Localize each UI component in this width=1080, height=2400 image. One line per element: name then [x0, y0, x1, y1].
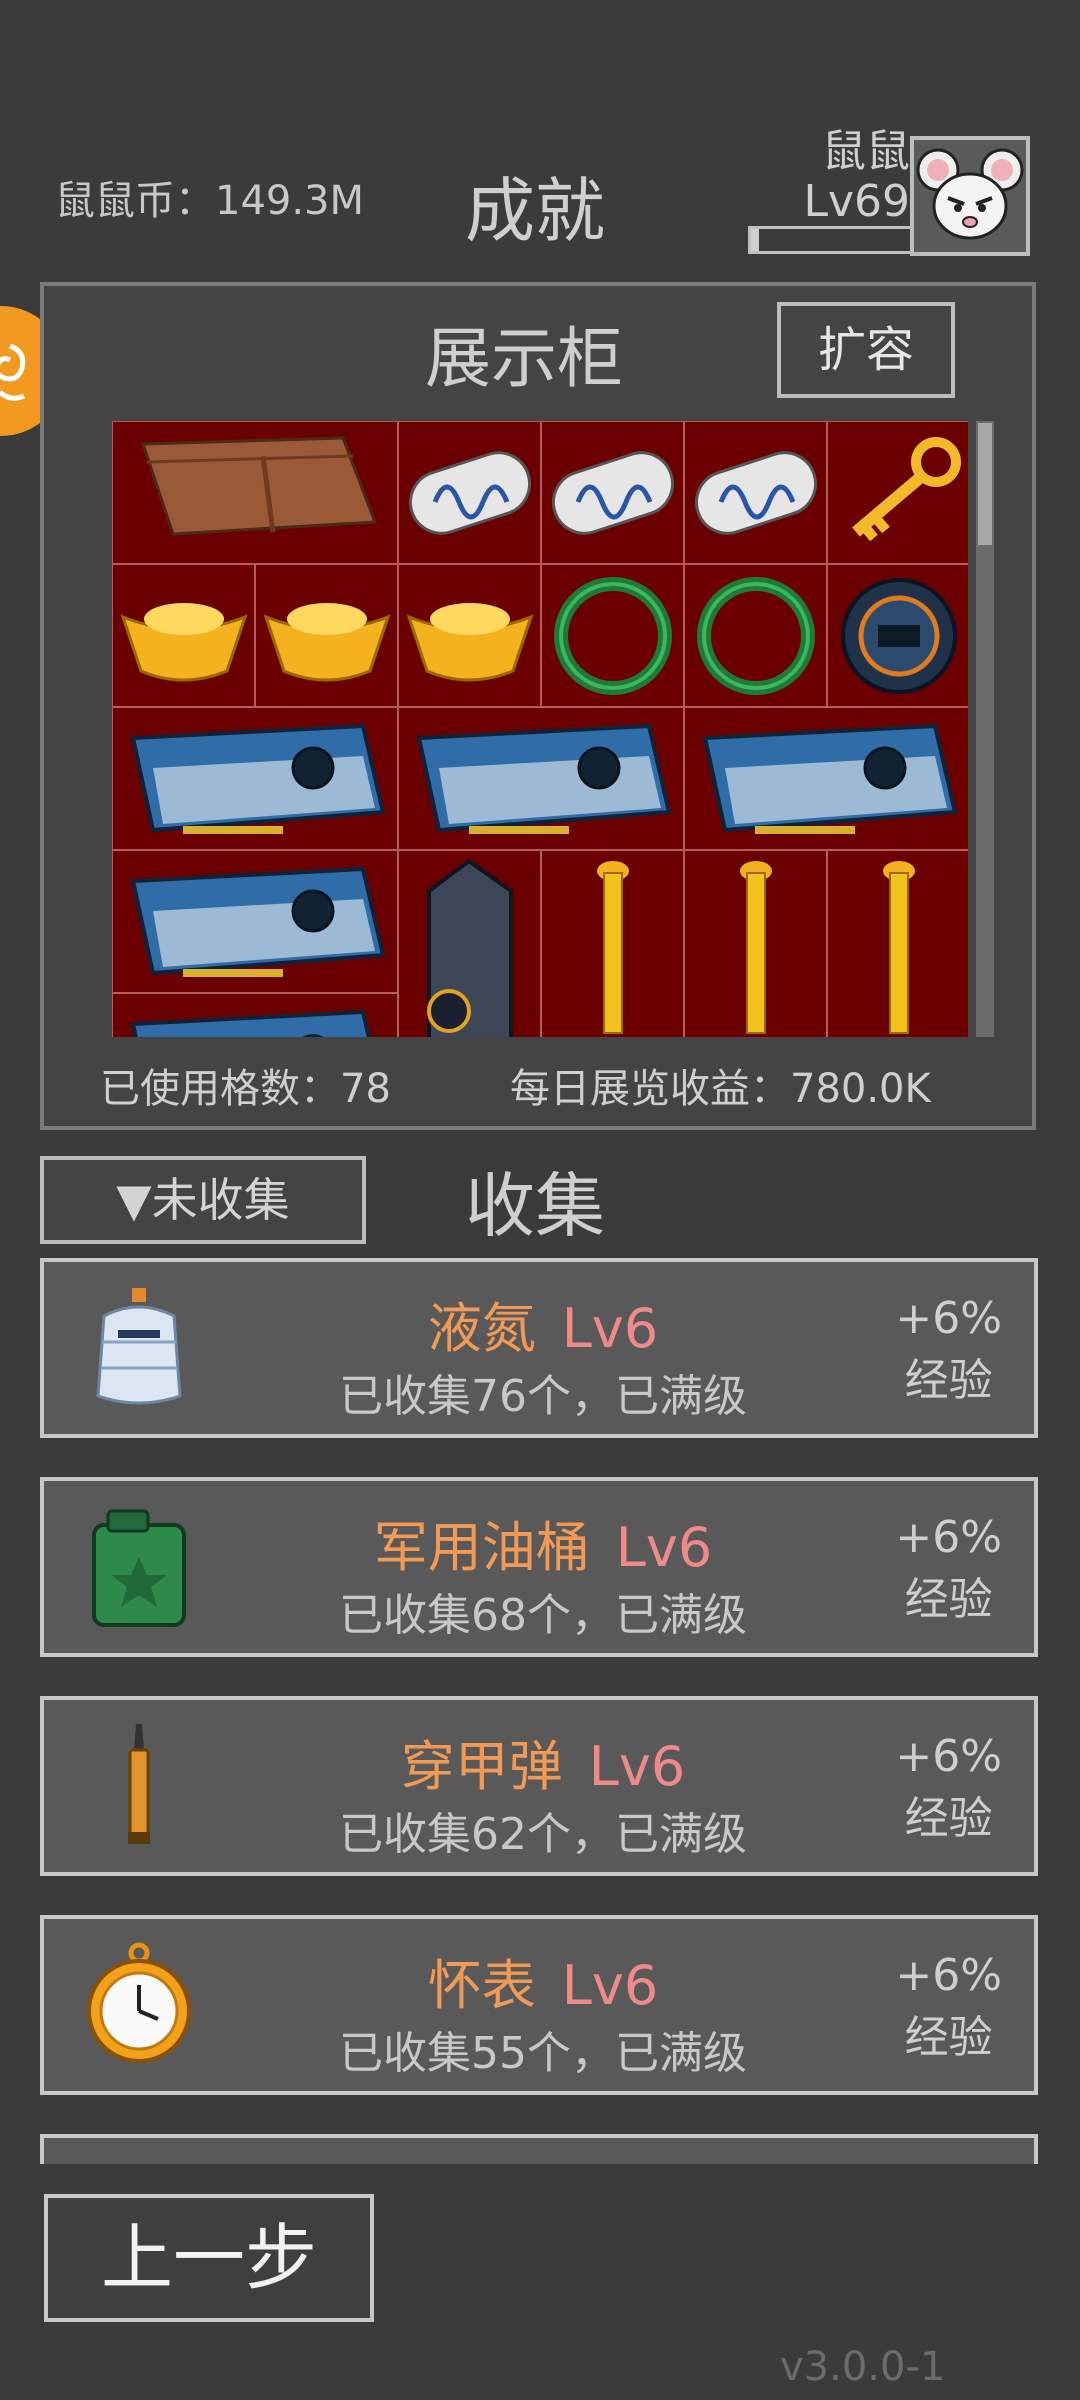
showcase-slot[interactable] — [541, 850, 684, 1037]
showcase-scrollbar-thumb[interactable] — [978, 423, 992, 545]
showcase-slot[interactable] — [827, 850, 968, 1037]
collection-item-name: 军用油桶 — [373, 1516, 590, 1579]
golden-key-icon — [852, 437, 961, 542]
collection-item-level: Lv6 — [561, 1297, 659, 1360]
collection-item-title: 军用油桶 Lv6 — [44, 1503, 1042, 1582]
showcase-grid[interactable] — [112, 421, 968, 1037]
used-cells-count: 已使用格数：78 — [100, 1066, 391, 1112]
jade-bracelet-icon — [554, 577, 672, 695]
showcase-slot[interactable] — [112, 993, 398, 1037]
showcase-slot[interactable] — [827, 564, 968, 707]
collection-card-partial[interactable] — [40, 2134, 1038, 2164]
showcase-slot[interactable] — [112, 850, 398, 993]
expand-button[interactable]: 扩容 — [777, 302, 955, 398]
showcase-slot[interactable] — [684, 707, 968, 850]
gold-ingot-icon — [120, 603, 248, 682]
collection-item-name: 液氮 — [427, 1297, 536, 1360]
graphics-card-icon — [130, 1009, 371, 1037]
collection-card[interactable]: 穿甲弹 Lv6 已收集62个，已满级 +6% 经验 — [40, 1696, 1038, 1876]
golden-candlestick-icon — [597, 861, 629, 1034]
collection-item-bonus: +6% 经验 — [895, 1726, 1002, 1850]
bonus-label: 经验 — [904, 1574, 993, 1625]
showcase-slot[interactable] — [398, 850, 541, 1037]
showcase-slot[interactable] — [398, 564, 541, 707]
collection-card[interactable]: 怀表 Lv6 已收集55个，已满级 +6% 经验 — [40, 1915, 1038, 2095]
golden-candlestick-icon — [883, 861, 915, 1034]
gold-ingot-icon — [263, 603, 391, 682]
collection-item-title: 怀表 Lv6 — [44, 1941, 1042, 2020]
bonus-label: 经验 — [904, 1793, 993, 1844]
version-label: v3.0.0-1 — [780, 2344, 946, 2390]
showcase-slot[interactable] — [684, 850, 827, 1037]
bonus-value: +6% — [895, 1293, 1002, 1344]
showcase-slot[interactable] — [541, 564, 684, 707]
golden-candlestick-icon — [740, 861, 772, 1034]
graphics-card-icon — [702, 723, 958, 834]
collection-item-title: 穿甲弹 Lv6 — [44, 1722, 1042, 1801]
xp-progress-bar — [748, 226, 914, 254]
daily-exhibit-income: 每日展览收益：780.0K — [510, 1066, 931, 1112]
bonus-value: +6% — [895, 1512, 1002, 1563]
collection-item-level: Lv6 — [561, 1954, 659, 2017]
back-button[interactable]: 上一步 — [44, 2194, 374, 2322]
collection-item-status: 已收集76个，已满级 — [339, 1371, 747, 1422]
collection-item-level: Lv6 — [615, 1516, 713, 1579]
page-title: 成就 — [465, 170, 605, 252]
collection-item-bonus: +6% 经验 — [895, 1288, 1002, 1412]
collection-title: 收集 — [465, 1165, 605, 1247]
dna-capsule-icon — [408, 451, 532, 535]
collection-card[interactable]: 液氮 Lv6 已收集76个，已满级 +6% 经验 — [40, 1258, 1038, 1438]
bonus-label: 经验 — [904, 1355, 993, 1406]
bonus-value: +6% — [895, 1950, 1002, 2001]
showcase-slot[interactable] — [827, 421, 968, 564]
xp-progress-fill — [751, 229, 759, 251]
collection-item-name: 穿甲弹 — [400, 1735, 563, 1798]
collection-item-level: Lv6 — [588, 1735, 686, 1798]
showcase-slot[interactable] — [255, 564, 398, 707]
collection-item-bonus: +6% 经验 — [895, 1945, 1002, 2069]
showcase-title: 展示柜 — [425, 320, 623, 397]
graphics-card-icon — [416, 723, 672, 834]
showcase-slot[interactable] — [398, 421, 541, 564]
uncollected-filter-button[interactable]: ▼未收集 — [40, 1156, 366, 1244]
charging-dock-icon — [427, 858, 513, 1037]
profile-level: Lv69 — [803, 176, 910, 227]
profile-name: 鼠鼠 — [822, 126, 910, 177]
showcase-slot[interactable] — [684, 564, 827, 707]
coin-balance: 鼠鼠币：149.3M — [55, 178, 365, 224]
showcase-slot[interactable] — [112, 707, 398, 850]
smart-watch-icon — [841, 578, 957, 694]
collection-card[interactable]: 军用油桶 Lv6 已收集68个，已满级 +6% 经验 — [40, 1477, 1038, 1657]
mouse-avatar-icon — [916, 148, 1024, 240]
dna-capsule-icon — [694, 451, 818, 535]
bonus-label: 经验 — [904, 2012, 993, 2063]
leather-wallet-icon — [140, 436, 378, 536]
graphics-card-icon — [130, 723, 386, 834]
showcase-slot[interactable] — [684, 421, 827, 564]
showcase-slot[interactable] — [112, 564, 255, 707]
dna-capsule-icon — [551, 451, 675, 535]
collection-item-status: 已收集68个，已满级 — [339, 1590, 747, 1641]
graphics-card-icon — [130, 866, 386, 977]
gold-ingot-icon — [406, 603, 534, 682]
jade-bracelet-icon — [697, 577, 815, 695]
avatar[interactable] — [910, 136, 1030, 256]
collection-item-title: 液氮 Lv6 — [44, 1284, 1042, 1363]
bonus-value: +6% — [895, 1731, 1002, 1782]
showcase-slot[interactable] — [541, 421, 684, 564]
showcase-slot[interactable] — [112, 421, 398, 564]
collection-item-status: 已收集62个，已满级 — [339, 1809, 747, 1860]
collection-item-name: 怀表 — [427, 1954, 536, 2017]
collection-item-status: 已收集55个，已满级 — [339, 2028, 747, 2079]
showcase-slot[interactable] — [398, 707, 684, 850]
collection-item-bonus: +6% 经验 — [895, 1507, 1002, 1631]
